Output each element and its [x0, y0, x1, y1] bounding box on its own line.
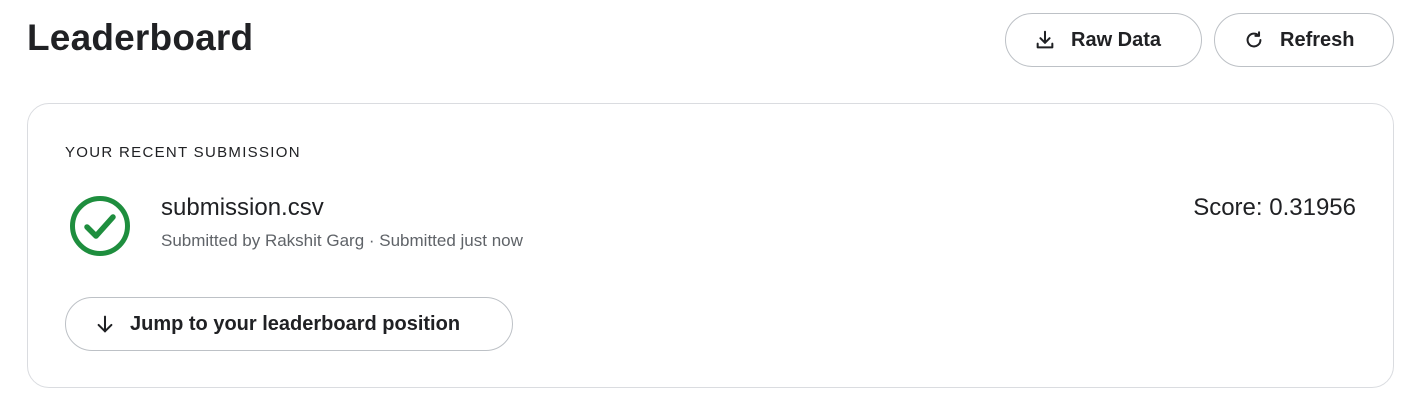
- submission-score: Score: 0.31956: [1193, 194, 1356, 221]
- download-icon: [1034, 29, 1056, 51]
- check-circle-icon: [69, 195, 131, 257]
- arrow-down-icon: [94, 313, 116, 335]
- card-heading: YOUR RECENT SUBMISSION: [65, 144, 301, 161]
- submission-file-name[interactable]: submission.csv: [161, 192, 324, 224]
- raw-data-button[interactable]: Raw Data: [1005, 13, 1202, 67]
- refresh-icon: [1243, 29, 1265, 51]
- page-title: Leaderboard: [27, 17, 254, 58]
- raw-data-label: Raw Data: [1071, 28, 1162, 51]
- recent-submission-card: YOUR RECENT SUBMISSION submission.csv Su…: [27, 103, 1394, 388]
- jump-label: Jump to your leaderboard position: [130, 312, 461, 335]
- leaderboard-page: Leaderboard Raw Data Refresh YOUR RECENT…: [0, 0, 1420, 409]
- submission-meta: Submitted by Rakshit Garg · Submitted ju…: [161, 231, 523, 250]
- jump-to-position-button[interactable]: Jump to your leaderboard position: [65, 297, 513, 351]
- refresh-label: Refresh: [1280, 28, 1355, 51]
- refresh-button[interactable]: Refresh: [1214, 13, 1394, 67]
